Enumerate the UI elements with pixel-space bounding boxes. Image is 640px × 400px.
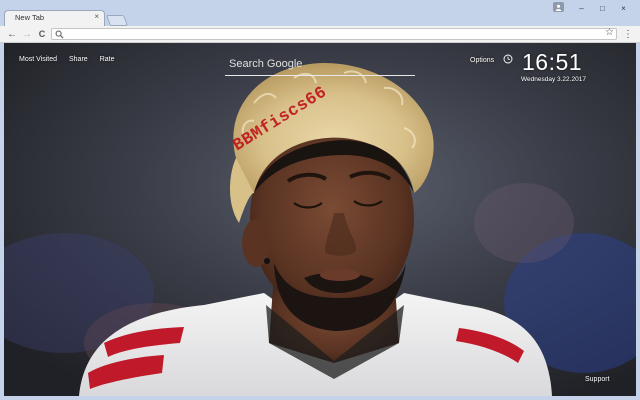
- clock-time: 16:51: [522, 49, 583, 75]
- browser-toolbar: ← → C ☆ ⋮: [0, 26, 640, 43]
- tab-new-tab[interactable]: New Tab ×: [4, 10, 105, 26]
- forward-button[interactable]: →: [21, 27, 33, 41]
- search-icon: [55, 30, 64, 39]
- support-link[interactable]: Support: [585, 376, 610, 383]
- bookmark-star-icon[interactable]: ☆: [605, 27, 614, 38]
- tab-close-icon[interactable]: ×: [94, 12, 99, 21]
- person-icon: [555, 4, 562, 11]
- window-frame-bottom: [0, 396, 640, 400]
- search-box: [225, 54, 415, 76]
- window-controls: – □ ×: [571, 2, 634, 14]
- share-link[interactable]: Share: [69, 56, 88, 63]
- title-bar: New Tab × – □ ×: [0, 0, 640, 26]
- close-window-button[interactable]: ×: [613, 2, 634, 14]
- most-visited-link[interactable]: Most Visited: [19, 56, 57, 63]
- rate-link[interactable]: Rate: [100, 56, 115, 63]
- new-tab-page: Most Visited Share Rate Options 16:51 We…: [4, 43, 636, 396]
- browser-menu-icon[interactable]: ⋮: [623, 27, 633, 41]
- address-bar[interactable]: ☆: [51, 27, 617, 40]
- top-links: Most Visited Share Rate: [19, 56, 114, 63]
- window-frame-right: [636, 43, 640, 400]
- tab-title: New Tab: [15, 13, 45, 22]
- options-link[interactable]: Options: [470, 57, 494, 64]
- maximize-button[interactable]: □: [592, 2, 613, 14]
- browser-window: New Tab × – □ × ← → C ☆ ⋮ Most Visited S…: [0, 0, 640, 400]
- back-button[interactable]: ←: [6, 27, 18, 41]
- minimize-button[interactable]: –: [571, 2, 592, 14]
- address-input[interactable]: [66, 29, 596, 39]
- window-frame-left: [0, 43, 4, 400]
- clock-icon[interactable]: [503, 54, 513, 64]
- new-tab-button[interactable]: [105, 15, 129, 26]
- profile-icon[interactable]: [553, 2, 564, 12]
- clock-date: Wednesday 3.22.2017: [521, 76, 586, 83]
- search-input[interactable]: [229, 56, 409, 72]
- reload-button[interactable]: C: [36, 27, 48, 41]
